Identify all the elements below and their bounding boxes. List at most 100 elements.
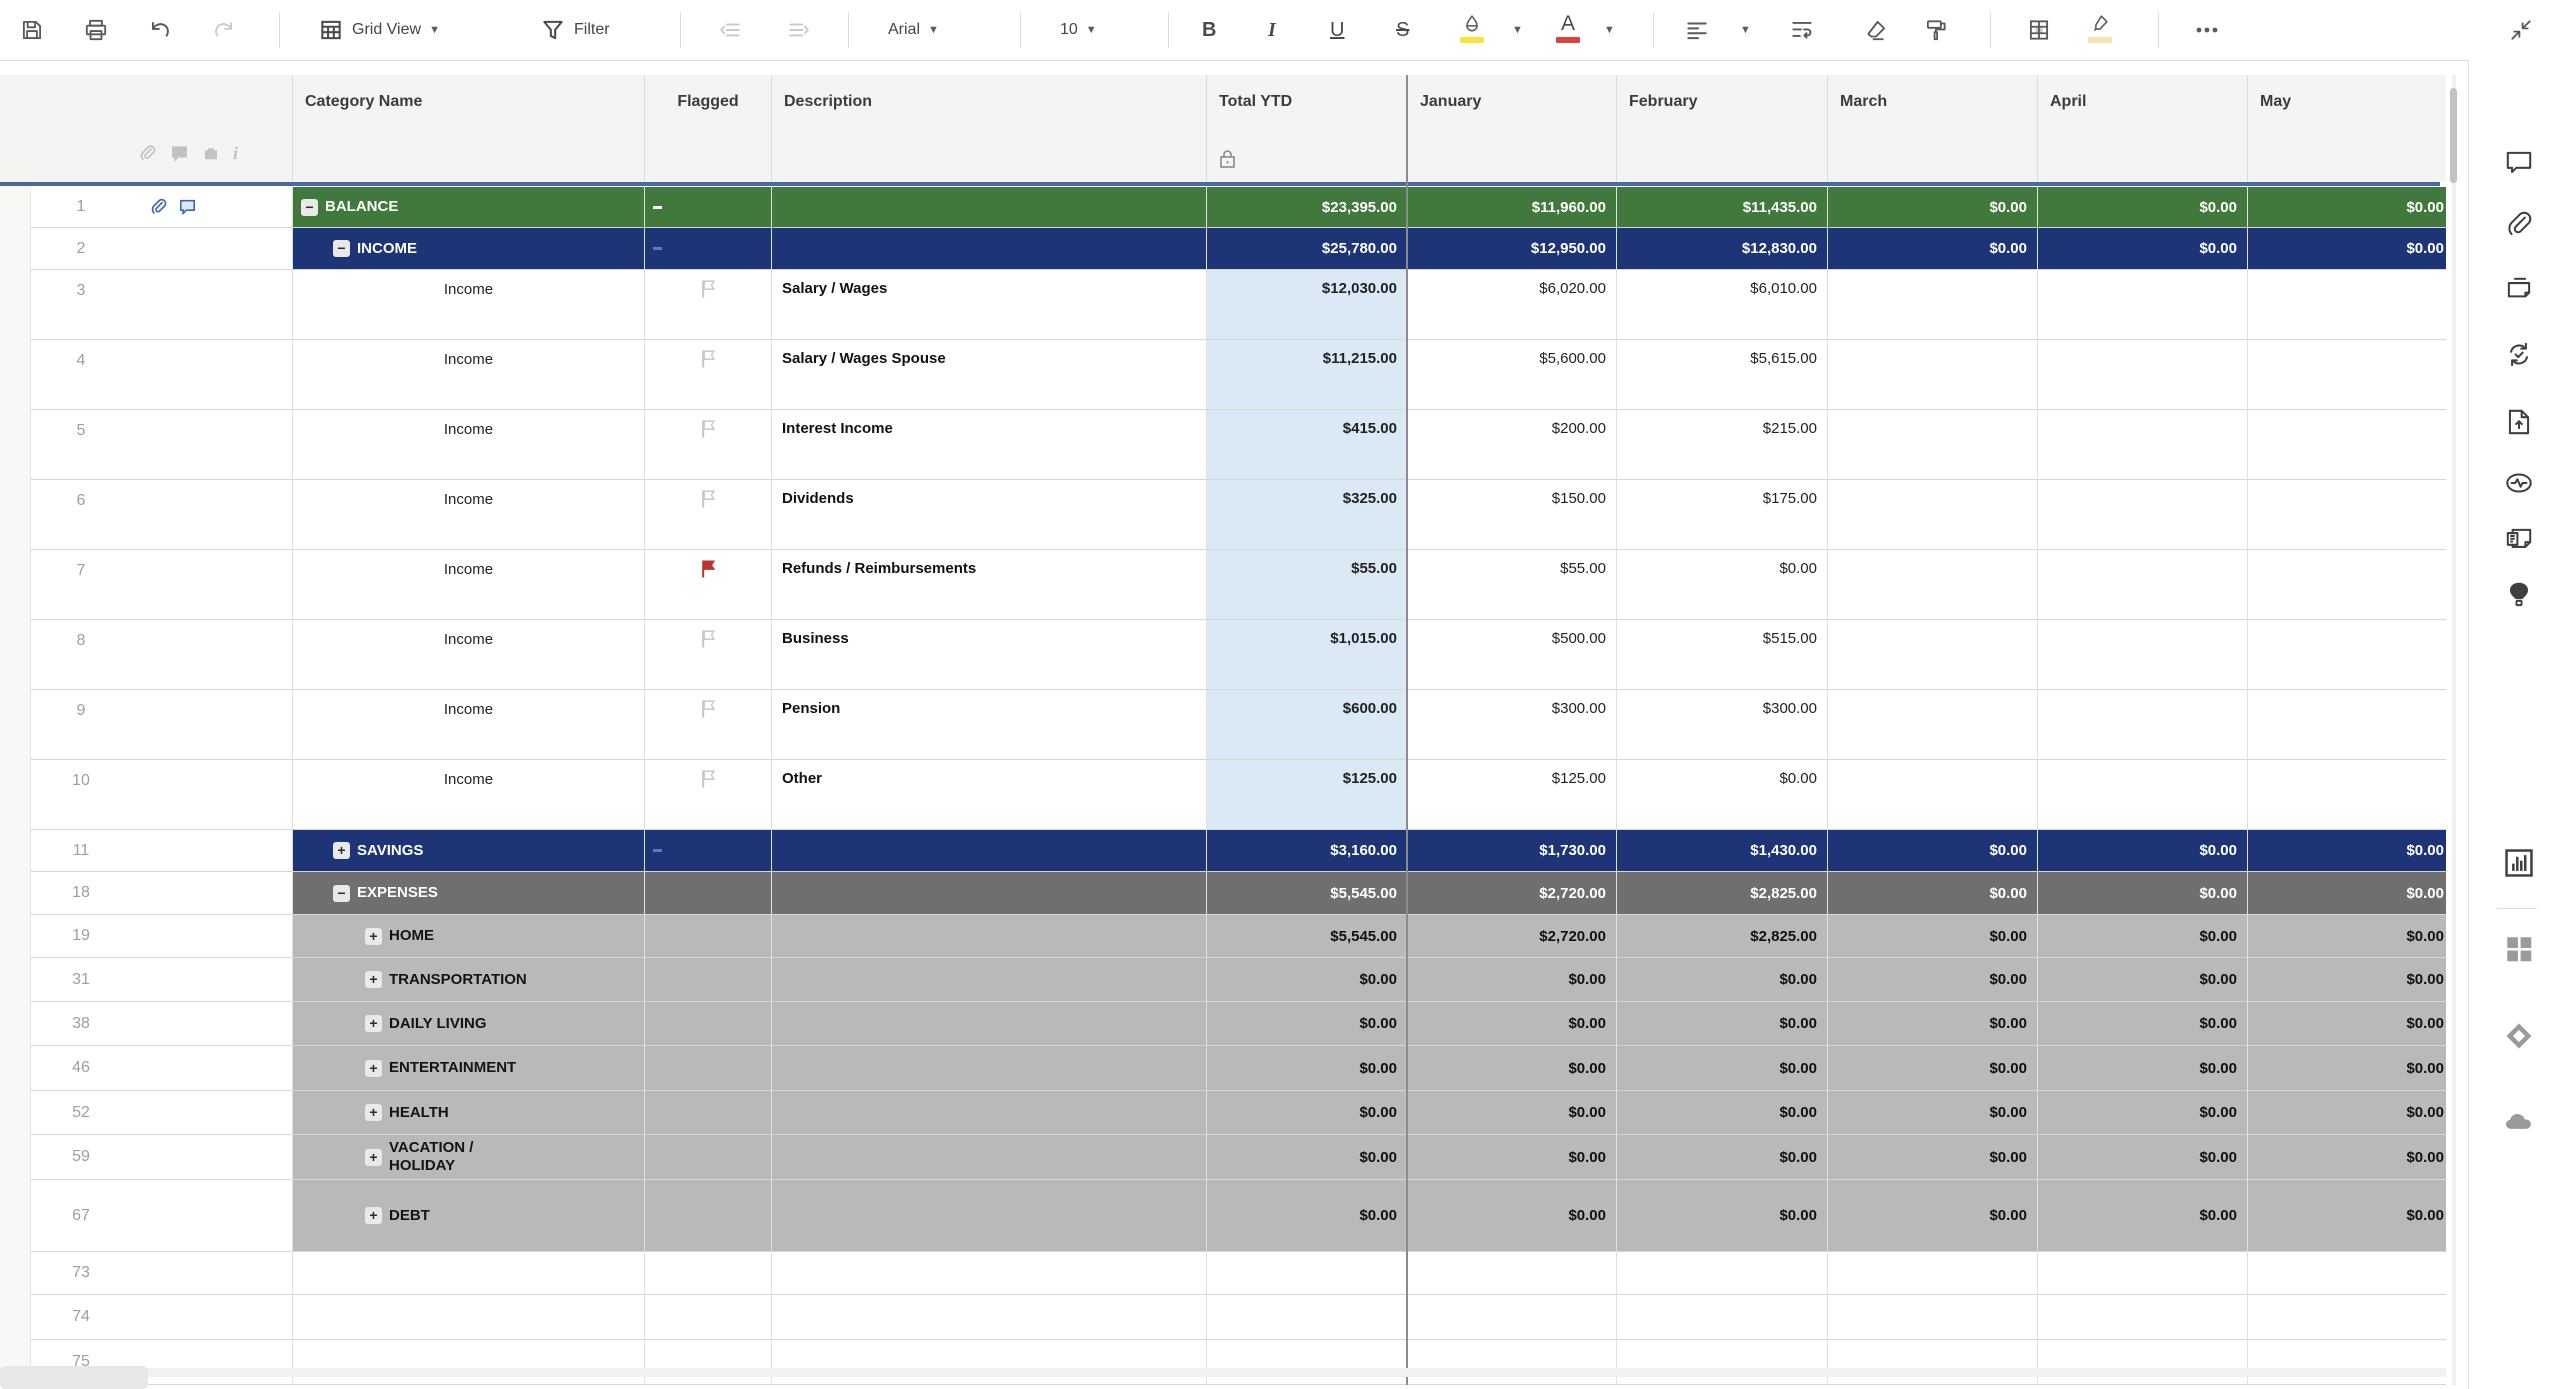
grid-cell[interactable]: $0.00 bbox=[1828, 958, 2038, 1002]
grid-cell[interactable]: $0.00 bbox=[1207, 1135, 1408, 1180]
grid-cell[interactable]: + SAVINGS bbox=[293, 830, 645, 872]
grid-cell[interactable]: $300.00 bbox=[1617, 690, 1828, 760]
grid-cell[interactable] bbox=[645, 410, 772, 480]
row-number[interactable]: 7 bbox=[31, 562, 131, 580]
grid-cell[interactable] bbox=[1828, 550, 2038, 620]
grid-cell[interactable] bbox=[2038, 1295, 2248, 1340]
fill-color-caret[interactable]: ▼ bbox=[1512, 8, 1523, 52]
grid-cell[interactable]: $0.00 bbox=[2038, 872, 2248, 915]
grid-cell[interactable] bbox=[645, 958, 772, 1002]
row-number[interactable]: 2 bbox=[31, 240, 131, 258]
grid-cell[interactable]: $5,545.00 bbox=[1207, 872, 1408, 915]
row-number[interactable]: 46 bbox=[31, 1059, 131, 1077]
grid-cell[interactable] bbox=[1828, 690, 2038, 760]
row-number[interactable]: 4 bbox=[31, 352, 131, 370]
horizontal-scrollbar-track[interactable] bbox=[0, 1368, 2446, 1377]
proofs-panel-button[interactable] bbox=[2502, 273, 2536, 307]
grid-cell[interactable]: $55.00 bbox=[1207, 550, 1408, 620]
grid-cell[interactable]: $5,600.00 bbox=[1408, 340, 1617, 410]
grid-cell[interactable]: $200.00 bbox=[1408, 410, 1617, 480]
more-options-button[interactable] bbox=[2192, 8, 2222, 52]
grid-cell[interactable]: $125.00 bbox=[1408, 760, 1617, 830]
grid-cell[interactable] bbox=[1828, 1340, 2038, 1385]
grid-cell[interactable]: $0.00 bbox=[1828, 1002, 2038, 1046]
format-painter-button[interactable] bbox=[1922, 8, 1950, 52]
grid-cell[interactable]: $0.00 bbox=[1408, 1046, 1617, 1091]
grid-cell[interactable]: $0.00 bbox=[2038, 830, 2248, 872]
column-header-march[interactable]: March bbox=[1828, 75, 2038, 182]
grid-cell[interactable] bbox=[772, 1340, 1207, 1385]
grid-cell[interactable]: Business bbox=[772, 620, 1207, 690]
grid-cell[interactable]: + DAILY LIVING bbox=[293, 1002, 645, 1046]
grid-cell[interactable]: $0.00 bbox=[1617, 1180, 1828, 1252]
row-number[interactable]: 67 bbox=[31, 1207, 131, 1225]
grid-cell[interactable] bbox=[2248, 690, 2446, 760]
grid-cell[interactable] bbox=[293, 1295, 645, 1340]
font-size-selector[interactable]: 10 ▼ bbox=[1060, 8, 1097, 52]
grid-cell[interactable]: $55.00 bbox=[1408, 550, 1617, 620]
grid-cell[interactable] bbox=[772, 1252, 1207, 1295]
grid-cell[interactable] bbox=[1828, 270, 2038, 340]
strikethrough-button[interactable]: S bbox=[1396, 8, 1409, 52]
grid-cell[interactable]: Salary / Wages bbox=[772, 270, 1207, 340]
grid-cell[interactable] bbox=[645, 1340, 772, 1385]
grid-cell[interactable] bbox=[2248, 480, 2446, 550]
grid-cell[interactable]: $0.00 bbox=[2248, 830, 2446, 872]
column-header-description[interactable]: Description bbox=[772, 75, 1207, 182]
grid-cell[interactable]: $0.00 bbox=[1408, 1002, 1617, 1046]
expand-row-button[interactable]: + bbox=[365, 971, 382, 988]
grid-cell[interactable]: Refunds / Reimbursements bbox=[772, 550, 1207, 620]
grid-cell[interactable] bbox=[772, 1180, 1207, 1252]
grid-cell[interactable]: Income bbox=[293, 410, 645, 480]
grid-cell[interactable]: $0.00 bbox=[2038, 1002, 2248, 1046]
grid-cell[interactable] bbox=[1828, 480, 2038, 550]
grid-cell[interactable] bbox=[645, 270, 772, 340]
grid-cell[interactable] bbox=[1408, 1295, 1617, 1340]
grid-cell[interactable] bbox=[2038, 760, 2248, 830]
row-number[interactable]: 6 bbox=[31, 492, 131, 510]
grid-cell[interactable] bbox=[645, 830, 772, 872]
grid-cell[interactable] bbox=[1828, 340, 2038, 410]
dashboard-chart-button[interactable] bbox=[2502, 846, 2536, 880]
grid-cell[interactable] bbox=[2248, 1295, 2446, 1340]
expand-row-button[interactable]: + bbox=[365, 1207, 382, 1224]
grid-cell[interactable] bbox=[1828, 620, 2038, 690]
grid-cell[interactable] bbox=[645, 872, 772, 915]
grid-cell[interactable]: $12,030.00 bbox=[1207, 270, 1408, 340]
save-button[interactable] bbox=[19, 8, 45, 52]
grid-cell[interactable] bbox=[1828, 1252, 2038, 1295]
clear-format-button[interactable] bbox=[1862, 8, 1890, 52]
grid-cell[interactable]: $0.00 bbox=[1617, 958, 1828, 1002]
grid-cell[interactable] bbox=[2038, 270, 2248, 340]
grid-cell[interactable]: Dividends bbox=[772, 480, 1207, 550]
grid-cell[interactable]: + HOME bbox=[293, 915, 645, 958]
grid-cell[interactable]: $150.00 bbox=[1408, 480, 1617, 550]
grid-cell[interactable] bbox=[2248, 1252, 2446, 1295]
vertical-scrollbar-thumb[interactable] bbox=[2450, 88, 2457, 183]
grid-cell[interactable] bbox=[1828, 760, 2038, 830]
grid-cell[interactable]: $0.00 bbox=[1828, 830, 2038, 872]
grid-cell[interactable]: $0.00 bbox=[1408, 1091, 1617, 1135]
grid-cell[interactable]: $325.00 bbox=[1207, 480, 1408, 550]
grid-cell[interactable]: $0.00 bbox=[1617, 1135, 1828, 1180]
grid-cell[interactable] bbox=[645, 340, 772, 410]
filter-button[interactable]: Filter bbox=[540, 8, 610, 52]
grid-cell[interactable] bbox=[2038, 1252, 2248, 1295]
grid-cell[interactable]: $1,730.00 bbox=[1408, 830, 1617, 872]
text-color-caret[interactable]: ▼ bbox=[1604, 8, 1615, 52]
grid-cell[interactable]: $0.00 bbox=[1828, 1091, 2038, 1135]
grid-cell[interactable]: $12,950.00 bbox=[1408, 228, 1617, 270]
column-header-january[interactable]: January bbox=[1408, 75, 1617, 182]
grid-cell[interactable]: $0.00 bbox=[1828, 1135, 2038, 1180]
grid-cell[interactable] bbox=[645, 620, 772, 690]
grid-cell[interactable] bbox=[293, 1252, 645, 1295]
grid-cell[interactable]: $11,435.00 bbox=[1617, 187, 1828, 228]
grid-cell[interactable]: + DEBT bbox=[293, 1180, 645, 1252]
grid-cell[interactable]: $3,160.00 bbox=[1207, 830, 1408, 872]
align-button[interactable] bbox=[1684, 8, 1710, 52]
grid-cell[interactable]: $5,545.00 bbox=[1207, 915, 1408, 958]
borders-button[interactable] bbox=[2026, 8, 2052, 52]
grid-cell[interactable]: $0.00 bbox=[1408, 1135, 1617, 1180]
grid-cell[interactable]: $0.00 bbox=[2248, 187, 2446, 228]
grid-cell[interactable]: $0.00 bbox=[2248, 1091, 2446, 1135]
